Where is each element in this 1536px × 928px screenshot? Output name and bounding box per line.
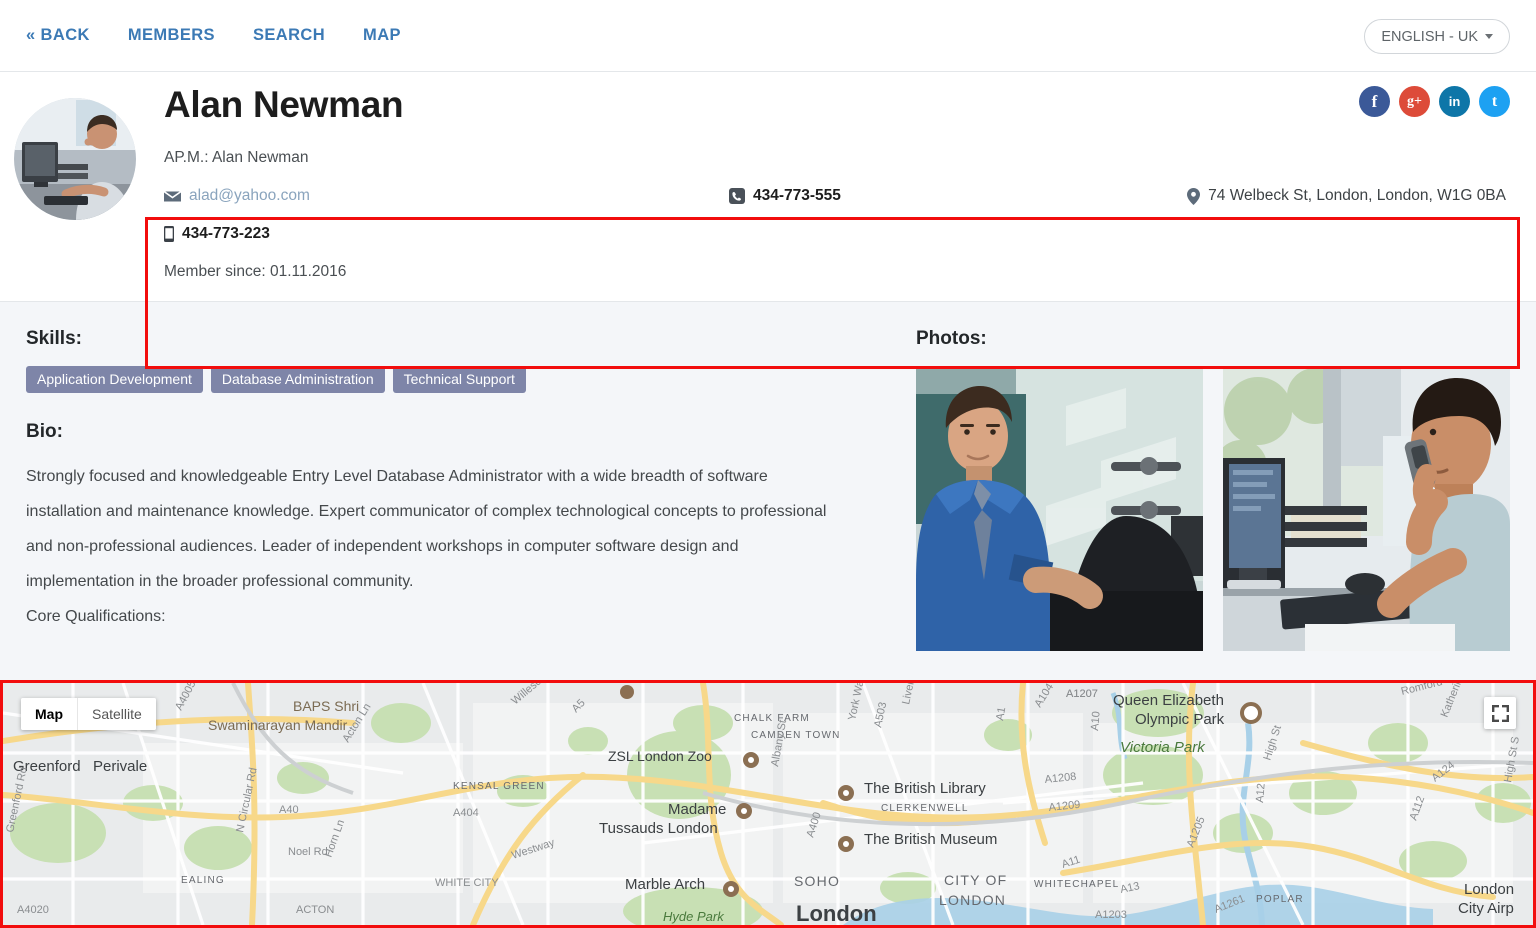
nav-links: « BACK MEMBERS SEARCH MAP bbox=[26, 26, 401, 45]
left-column: Skills: Application Development Database… bbox=[26, 328, 902, 694]
profile-info: Alan Newman AP.M.: Alan Newman alad@yaho… bbox=[150, 86, 1536, 301]
avatar-column bbox=[0, 86, 150, 301]
photo-man-on-phone[interactable] bbox=[1223, 366, 1510, 651]
profile-card: Alan Newman AP.M.: Alan Newman alad@yaho… bbox=[0, 72, 1536, 369]
photos-heading: Photos: bbox=[916, 328, 987, 349]
phone-number: 434-773-555 bbox=[753, 187, 841, 204]
google-plus-icon[interactable]: g+ bbox=[1399, 86, 1430, 117]
contact-row-subtitle: AP.M.: Alan Newman bbox=[164, 139, 1516, 177]
mobile-phone-icon bbox=[164, 226, 174, 242]
skills-list: Application Development Database Adminis… bbox=[26, 366, 902, 393]
skill-tag[interactable]: Application Development bbox=[26, 366, 203, 393]
avatar bbox=[14, 98, 136, 220]
nav-link-map[interactable]: MAP bbox=[363, 26, 401, 45]
chevron-down-icon bbox=[1485, 34, 1493, 39]
phone-group: 434-773-555 bbox=[729, 187, 841, 205]
back-link[interactable]: « BACK bbox=[26, 26, 90, 45]
location-pin-icon bbox=[1187, 187, 1201, 205]
language-selector-label: ENGLISH - UK bbox=[1381, 28, 1478, 45]
skill-tag[interactable]: Database Administration bbox=[210, 366, 385, 393]
contact-row-member-since: Member since: 01.11.2016 bbox=[164, 253, 1516, 291]
bio-text: Strongly focused and knowledgeable Entry… bbox=[26, 468, 827, 590]
member-since-text: Member since: 01.11.2016 bbox=[164, 263, 347, 280]
profile-body: Skills: Application Development Database… bbox=[0, 302, 1536, 694]
language-selector[interactable]: ENGLISH - UK bbox=[1364, 19, 1510, 54]
email-link[interactable]: alad@yahoo.com bbox=[189, 187, 310, 205]
right-column: Photos: bbox=[902, 328, 1510, 694]
skills-heading: Skills: bbox=[26, 328, 82, 349]
bio-extra-text: Core Qualifications: bbox=[26, 608, 166, 625]
profile-subtitle: AP.M.: Alan Newman bbox=[164, 149, 309, 166]
fullscreen-icon[interactable] bbox=[1484, 697, 1516, 729]
map-type-control[interactable]: Map Satellite bbox=[21, 698, 156, 730]
contact-details: AP.M.: Alan Newman alad@yahoo.com 434-77… bbox=[164, 137, 1516, 291]
nav-link-members[interactable]: MEMBERS bbox=[128, 26, 215, 45]
skill-tag[interactable]: Technical Support bbox=[392, 366, 526, 393]
map-type-button-map[interactable]: Map bbox=[21, 698, 77, 730]
linkedin-icon[interactable]: in bbox=[1439, 86, 1470, 117]
top-navigation-bar: « BACK MEMBERS SEARCH MAP ENGLISH - UK bbox=[0, 0, 1536, 72]
address-group: 74 Welbeck St, London, London, W1G 0BA bbox=[1187, 187, 1506, 205]
facebook-icon[interactable]: f bbox=[1359, 86, 1390, 117]
map-canvas[interactable] bbox=[3, 683, 1533, 925]
social-links: f g+ in t bbox=[1359, 86, 1510, 117]
photo-man-blue-shirt[interactable] bbox=[916, 366, 1203, 651]
contact-row-primary: alad@yahoo.com 434-773-555 74 Welbeck St… bbox=[164, 177, 1516, 215]
twitter-icon[interactable]: t bbox=[1479, 86, 1510, 117]
address-text: 74 Welbeck St, London, London, W1G 0BA bbox=[1208, 187, 1506, 204]
map-type-button-satellite[interactable]: Satellite bbox=[78, 698, 156, 730]
mobile-number: 434-773-223 bbox=[182, 225, 270, 242]
envelope-icon bbox=[164, 190, 181, 203]
bio-heading: Bio: bbox=[26, 421, 63, 442]
phone-icon bbox=[729, 188, 745, 204]
contact-row-mobile: 434-773-223 bbox=[164, 215, 1516, 253]
photos-gallery bbox=[916, 366, 1510, 651]
map-panel[interactable]: Greenford Perivale EALING BAPS Shri Swaminar… bbox=[0, 680, 1536, 928]
nav-link-search[interactable]: SEARCH bbox=[253, 26, 325, 45]
page-title: Alan Newman bbox=[164, 84, 404, 125]
